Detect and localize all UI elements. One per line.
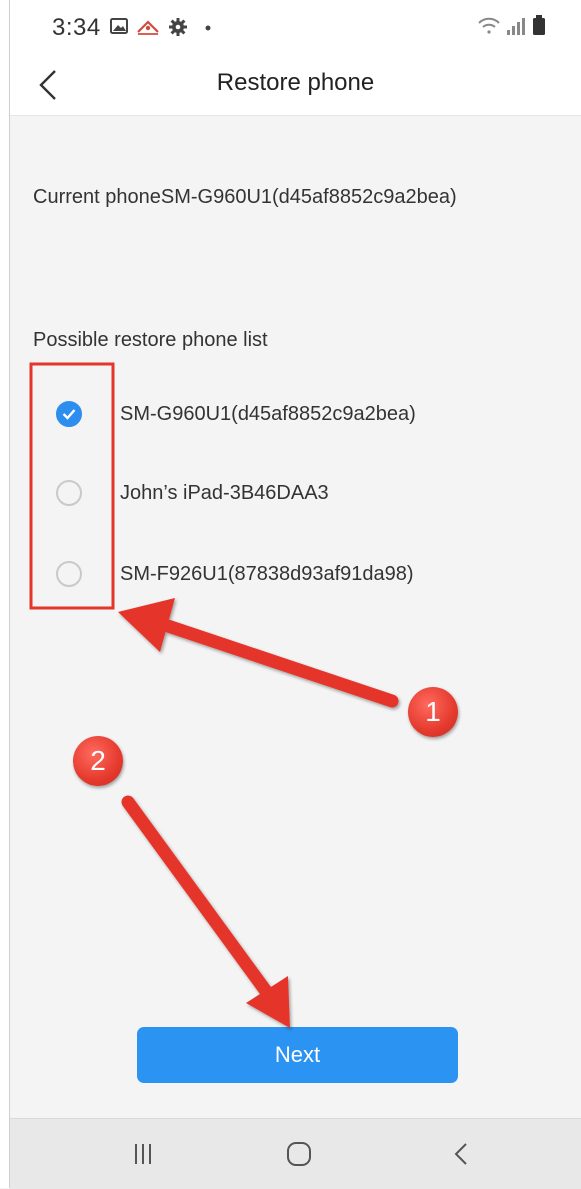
settings-gear-icon xyxy=(169,18,187,36)
dot-icon xyxy=(205,25,211,31)
recent-apps-button[interactable] xyxy=(113,1131,173,1177)
restore-option-label: SM-F926U1(87838d93af91da98) xyxy=(120,562,414,585)
arrow-1 xyxy=(118,598,399,708)
restore-option-3[interactable]: SM-F926U1(87838d93af91da98) xyxy=(44,548,524,600)
status-icons-right xyxy=(478,15,545,35)
notification-icon xyxy=(137,20,159,35)
next-button[interactable]: Next xyxy=(137,1027,458,1083)
app-header: Restore phone xyxy=(10,55,581,116)
gallery-icon xyxy=(110,18,128,34)
recent-apps-icon xyxy=(135,1144,151,1164)
step-badge-2: 2 xyxy=(73,736,123,786)
current-phone-text: Current phoneSM-G960U1(d45af8852c9a2bea) xyxy=(33,186,457,208)
home-icon xyxy=(287,1142,311,1166)
restore-option-1[interactable]: SM-G960U1(d45af8852c9a2bea) xyxy=(44,388,524,440)
home-button[interactable] xyxy=(269,1131,329,1177)
checkmark-icon xyxy=(62,409,76,420)
restore-option-label: John’s iPad-3B46DAA3 xyxy=(120,481,329,504)
status-icons-left xyxy=(110,18,211,36)
signal-icon xyxy=(507,18,525,35)
navigation-bar xyxy=(10,1118,581,1189)
restore-option-label: SM-G960U1(d45af8852c9a2bea) xyxy=(120,402,416,425)
arrow-2 xyxy=(121,795,290,1028)
restore-list-label: Possible restore phone list xyxy=(33,329,268,351)
wifi-icon xyxy=(478,17,500,34)
page-title: Restore phone xyxy=(216,69,375,96)
radio-unchecked[interactable] xyxy=(56,480,82,506)
system-back-button[interactable] xyxy=(431,1131,491,1177)
battery-icon xyxy=(533,15,545,35)
radio-checked[interactable] xyxy=(56,401,82,427)
radio-unchecked[interactable] xyxy=(56,561,82,587)
back-icon xyxy=(454,1143,467,1165)
step-badge-1: 1 xyxy=(408,687,458,737)
screenshot-left-edge xyxy=(0,0,10,1188)
status-time: 3:34 xyxy=(52,14,101,41)
restore-option-2[interactable]: John’s iPad-3B46DAA3 xyxy=(44,467,524,519)
